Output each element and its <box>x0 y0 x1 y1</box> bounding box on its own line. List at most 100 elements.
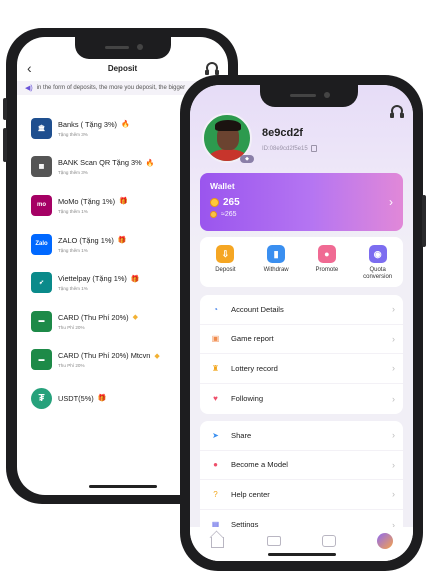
quota-icon: ◉ <box>368 245 387 263</box>
wallet-balance: 265 <box>223 197 240 208</box>
payment-method-bonus: Tặng thêm 1% <box>58 286 88 292</box>
gift-icon: 🎁 <box>119 198 128 206</box>
back-chevron-icon[interactable]: ‹ <box>27 60 32 76</box>
wallet-sub-row: ≈265 <box>210 211 393 218</box>
menu-item-game-report[interactable]: ▣ Game report › <box>200 325 403 355</box>
paper-plane-icon: ➤ <box>212 430 219 440</box>
user-id: ID:08e9cd2f5e15 <box>262 145 308 152</box>
menu-item-label: Following <box>231 394 264 404</box>
quick-action-quota[interactable]: ◉ Quota conversion <box>354 245 402 287</box>
payment-method-text: CARD (Thu Phí 20%) ◆ Thu Phí 20% <box>58 313 138 330</box>
phone-notch <box>75 37 171 59</box>
diamond-icon: ◆ <box>154 352 160 360</box>
wallet-sub-balance: ≈265 <box>221 211 237 218</box>
promote-icon: ● <box>317 245 336 263</box>
payment-method-text: CARD (Thu Phí 20%) Mtcvn ◆ Thu Phí 20% <box>58 351 160 368</box>
payment-method-name: BANK Scan QR Tặng 3% 🔥 <box>58 158 154 167</box>
menu-item-label: Game report <box>231 334 274 344</box>
chevron-right-icon: › <box>392 304 395 315</box>
chevron-right-icon: › <box>392 459 395 470</box>
menu-item-label: Become a Model <box>231 460 288 470</box>
menu-group-account: ◔ Account Details › ▣ Game report › ♜ Lottery r… <box>200 295 403 414</box>
payment-method-label: BANK Scan QR Tặng 3% <box>58 158 142 168</box>
viettelpay-icon: ➶ <box>31 272 52 294</box>
heart-icon: ♥ <box>213 394 218 404</box>
wallet-card[interactable]: Wallet 265 ≈265 › <box>200 173 403 231</box>
menu-item-label: Share <box>231 430 252 440</box>
menu-item-lottery-record[interactable]: ♜ Lottery record › <box>200 354 403 384</box>
payment-method-label: ZALO (Tặng 1%) <box>58 235 114 245</box>
payment-method-label: Banks ( Tặng 3%) <box>58 119 118 129</box>
menu-item-following[interactable]: ♥ Following › <box>200 384 403 414</box>
gift-icon: 🎁 <box>117 237 127 245</box>
bank-icon: 🏛 <box>31 117 52 139</box>
trophy-icon: ♜ <box>211 363 220 373</box>
payment-method-name: Viettelpay (Tặng 1%) 🎁 <box>58 274 140 283</box>
menu-item-label: Account Details <box>231 304 284 314</box>
tab-me[interactable] <box>377 533 394 549</box>
payment-method-label: USDT(5%) <box>58 393 94 403</box>
payment-method-text: USDT(5%) 🎁 <box>58 394 106 403</box>
phone-notch <box>260 85 358 107</box>
payment-method-bonus: Thu Phí 20% <box>58 324 85 330</box>
profile-phone: ◆ 8e9cd2f ID:08e9cd2f5e15 Wallet 265 ≈26… <box>180 75 426 571</box>
quick-action-deposit[interactable]: ⇩ Deposit <box>201 245 249 287</box>
page-title: Deposit <box>107 63 138 73</box>
tab-home[interactable] <box>210 535 226 548</box>
payment-method-name: USDT(5%) 🎁 <box>58 394 106 403</box>
withdraw-icon: ▮ <box>267 245 286 263</box>
chevron-right-icon: › <box>392 430 395 441</box>
vip-badge: ◆ <box>240 155 254 163</box>
phone-side-button <box>422 195 426 247</box>
qr-icon: ▦ <box>31 156 52 178</box>
profile-screen: ◆ 8e9cd2f ID:08e9cd2f5e15 Wallet 265 ≈26… <box>190 85 413 561</box>
video-icon <box>266 536 281 546</box>
coin-icon <box>210 211 217 218</box>
menu-item-become-a-model[interactable]: ● Become a Model › <box>200 451 403 481</box>
app-showcase: ‹ Deposit ◀) in the form of deposits, th… <box>0 0 429 581</box>
wallet-balance-row: 265 <box>210 197 393 208</box>
viettel-card-icon: ▬ <box>31 349 52 371</box>
payment-method-text: Viettelpay (Tặng 1%) 🎁 Tặng thêm 1% <box>58 274 140 291</box>
menu-item-help-center[interactable]: ? Help center › <box>200 480 403 510</box>
box-icon: ▣ <box>211 334 220 344</box>
payment-method-text: MoMo (Tặng 1%) 🎁 Tặng thêm 1% <box>58 197 128 214</box>
payment-method-label: Viettelpay (Tặng 1%) <box>58 274 127 284</box>
quick-action-withdraw[interactable]: ▮ Withdraw <box>252 245 300 287</box>
deposit-header: ‹ Deposit <box>17 57 228 79</box>
quick-action-promote[interactable]: ● Promote <box>303 245 351 287</box>
headset-icon[interactable] <box>390 105 404 118</box>
pie-chart-icon: ◔ <box>213 304 218 314</box>
tab-video[interactable] <box>266 535 282 548</box>
payment-method-bonus: Tặng thêm 1% <box>58 247 88 253</box>
payment-method-label: MoMo (Tặng 1%) <box>58 196 116 206</box>
menu-item-share[interactable]: ➤ Share › <box>200 421 403 451</box>
phone-side-button <box>3 128 7 162</box>
payment-method-bonus: Thu Phí 20% <box>58 363 85 369</box>
gift-icon: 🎁 <box>130 275 140 283</box>
chevron-right-icon: › <box>389 195 393 209</box>
chevron-right-icon: › <box>392 363 395 374</box>
momo-icon: mo <box>31 194 52 216</box>
payment-method-bonus: Tặng thêm 3% <box>58 131 88 137</box>
menu-item-account-details[interactable]: ◔ Account Details › <box>200 295 403 325</box>
tab-game[interactable] <box>321 535 337 548</box>
home-indicator <box>268 553 336 556</box>
home-indicator <box>89 485 157 488</box>
coin-icon <box>210 198 219 207</box>
quick-action-label: Deposit <box>215 267 236 273</box>
user-id-row: ID:08e9cd2f5e15 <box>262 145 317 152</box>
wallet-title: Wallet <box>210 181 235 191</box>
payment-method-bonus: Tặng thêm 3% <box>58 170 88 176</box>
username: 8e9cd2f <box>262 127 303 139</box>
quick-action-label: Promote <box>315 267 339 273</box>
copy-icon[interactable] <box>310 145 317 152</box>
payment-method-bonus: Tặng thêm 1% <box>58 208 88 214</box>
quick-actions: ⇩ Deposit ▮ Withdraw ● Promote ◉ Quota conversi… <box>200 237 403 287</box>
headset-icon[interactable] <box>205 62 219 75</box>
payment-method-label: CARD (Thu Phí 20%) Mtcvn <box>58 351 151 361</box>
diamond-icon: ◆ <box>132 314 139 322</box>
viettel-card-icon: ▬ <box>31 310 52 332</box>
home-icon <box>211 537 225 548</box>
payment-method-name: ZALO (Tặng 1%) 🎁 <box>58 236 127 245</box>
